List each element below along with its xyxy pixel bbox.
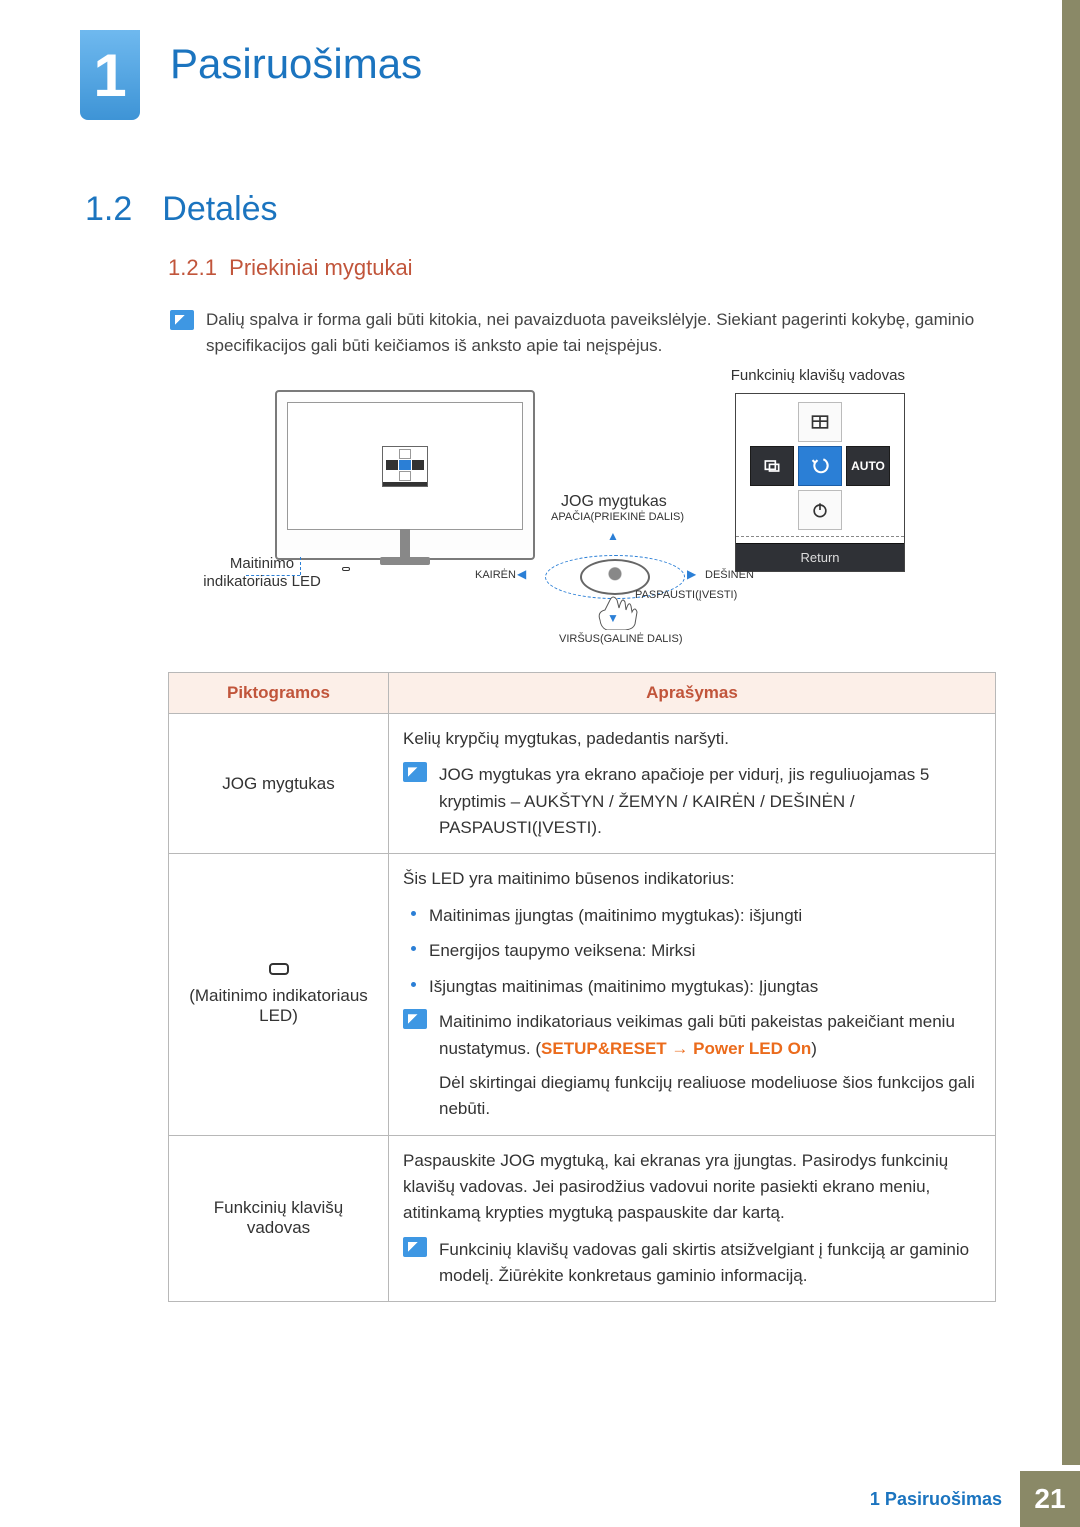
keyguide-source-icon bbox=[750, 446, 794, 486]
dir-press-label: PASPAUSTI(ĮVESTI) bbox=[635, 589, 737, 601]
page-footer: 1 Pasiruošimas 21 bbox=[0, 1471, 1080, 1527]
note-icon bbox=[403, 1237, 427, 1257]
table-header-description: Aprašymas bbox=[389, 673, 996, 714]
table-row: JOG mygtukas Kelių krypčių mygtukas, pad… bbox=[169, 714, 996, 854]
power-led-icon bbox=[269, 963, 289, 975]
subsection-title: Priekiniai mygtukai bbox=[229, 255, 412, 280]
dir-down-label: VIRŠUS(GALINĖ DALIS) bbox=[559, 633, 682, 645]
table-header-icons: Piktogramos bbox=[169, 673, 389, 714]
table-row: Funkcinių klavišų vadovas Paspauskite JO… bbox=[169, 1135, 996, 1302]
mini-keyguide bbox=[382, 446, 428, 487]
arrow-right-icon: ▶ bbox=[687, 567, 696, 581]
row-label-fnguide: Funkcinių klavišų vadovas bbox=[169, 1135, 389, 1302]
keyguide-menu-icon bbox=[798, 402, 842, 442]
side-stripe bbox=[1062, 0, 1080, 1465]
section-title: Detalės bbox=[162, 190, 277, 228]
row-desc-jog: Kelių krypčių mygtukas, padedantis naršy… bbox=[389, 714, 996, 854]
jog-button-label: JOG mygtukas bbox=[561, 493, 667, 511]
keyguide-auto-button: AUTO bbox=[846, 446, 890, 486]
power-led-dot bbox=[342, 567, 350, 571]
jog-button-zone: JOG mygtukas APAČIA(PRIEKINĖ DALIS) ▲ KA… bbox=[535, 515, 695, 635]
chapter-title: Pasiruošimas bbox=[170, 40, 422, 88]
keyguide-power-icon bbox=[798, 490, 842, 530]
section-number: 1.2 bbox=[85, 190, 132, 228]
note-icon bbox=[170, 310, 194, 330]
keyguide-return-label: Return bbox=[736, 543, 904, 571]
row-desc-fnguide: Paspauskite JOG mygtuką, kai ekranas yra… bbox=[389, 1135, 996, 1302]
table-row: (Maitinimo indikatoriaus LED) Šis LED yr… bbox=[169, 854, 996, 1135]
row-desc-led: Šis LED yra maitinimo būsenos indikatori… bbox=[389, 854, 996, 1135]
list-item: Maitinimas įjungtas (maitinimo mygtukas)… bbox=[403, 903, 981, 929]
icons-description-table: Piktogramos Aprašymas JOG mygtukas Kelių… bbox=[168, 672, 996, 1302]
dir-right-label: DEŠINĖN bbox=[705, 569, 754, 581]
arrow-left-icon: ◀ bbox=[517, 567, 526, 581]
arrow-up-icon: ▲ bbox=[607, 529, 619, 543]
keyguide-return-icon bbox=[798, 446, 842, 486]
led-states-list: Maitinimas įjungtas (maitinimo mygtukas)… bbox=[403, 903, 981, 1000]
section-heading: 1.2 Detalės bbox=[85, 190, 278, 229]
row-label-led: (Maitinimo indikatoriaus LED) bbox=[169, 854, 389, 1135]
list-item: Energijos taupymo veiksena: Mirksi bbox=[403, 938, 981, 964]
dir-left-label: KAIRĖN bbox=[475, 569, 516, 581]
subsection-heading: 1.2.1 Priekiniai mygtukai bbox=[168, 255, 413, 281]
chapter-number-tab: 1 bbox=[80, 30, 140, 120]
footer-page-number: 21 bbox=[1020, 1471, 1080, 1527]
arrow-down-icon: ▼ bbox=[607, 611, 619, 625]
note-icon bbox=[403, 1009, 427, 1029]
monitor-stand bbox=[380, 557, 430, 565]
note-icon bbox=[403, 762, 427, 782]
row-label-jog: JOG mygtukas bbox=[169, 714, 389, 854]
function-key-guide-panel: AUTO Return bbox=[735, 393, 905, 572]
power-led-label: Maitinimo indikatoriaus LED bbox=[202, 555, 322, 591]
monitor-screen bbox=[287, 402, 523, 530]
footer-chapter-label: 1 Pasiruošimas bbox=[852, 1471, 1020, 1527]
dir-up-label: APAČIA(PRIEKINĖ DALIS) bbox=[551, 511, 684, 523]
intro-note-text: Dalių spalva ir forma gali būti kitokia,… bbox=[206, 307, 1006, 360]
front-buttons-diagram: Funkcinių klavišų vadovas AUTO Return bbox=[230, 375, 890, 655]
list-item: Išjungtas maitinimas (maitinimo mygtukas… bbox=[403, 974, 981, 1000]
subsection-number: 1.2.1 bbox=[168, 255, 217, 280]
fn-guide-label: Funkcinių klavišų vadovas bbox=[731, 367, 905, 384]
